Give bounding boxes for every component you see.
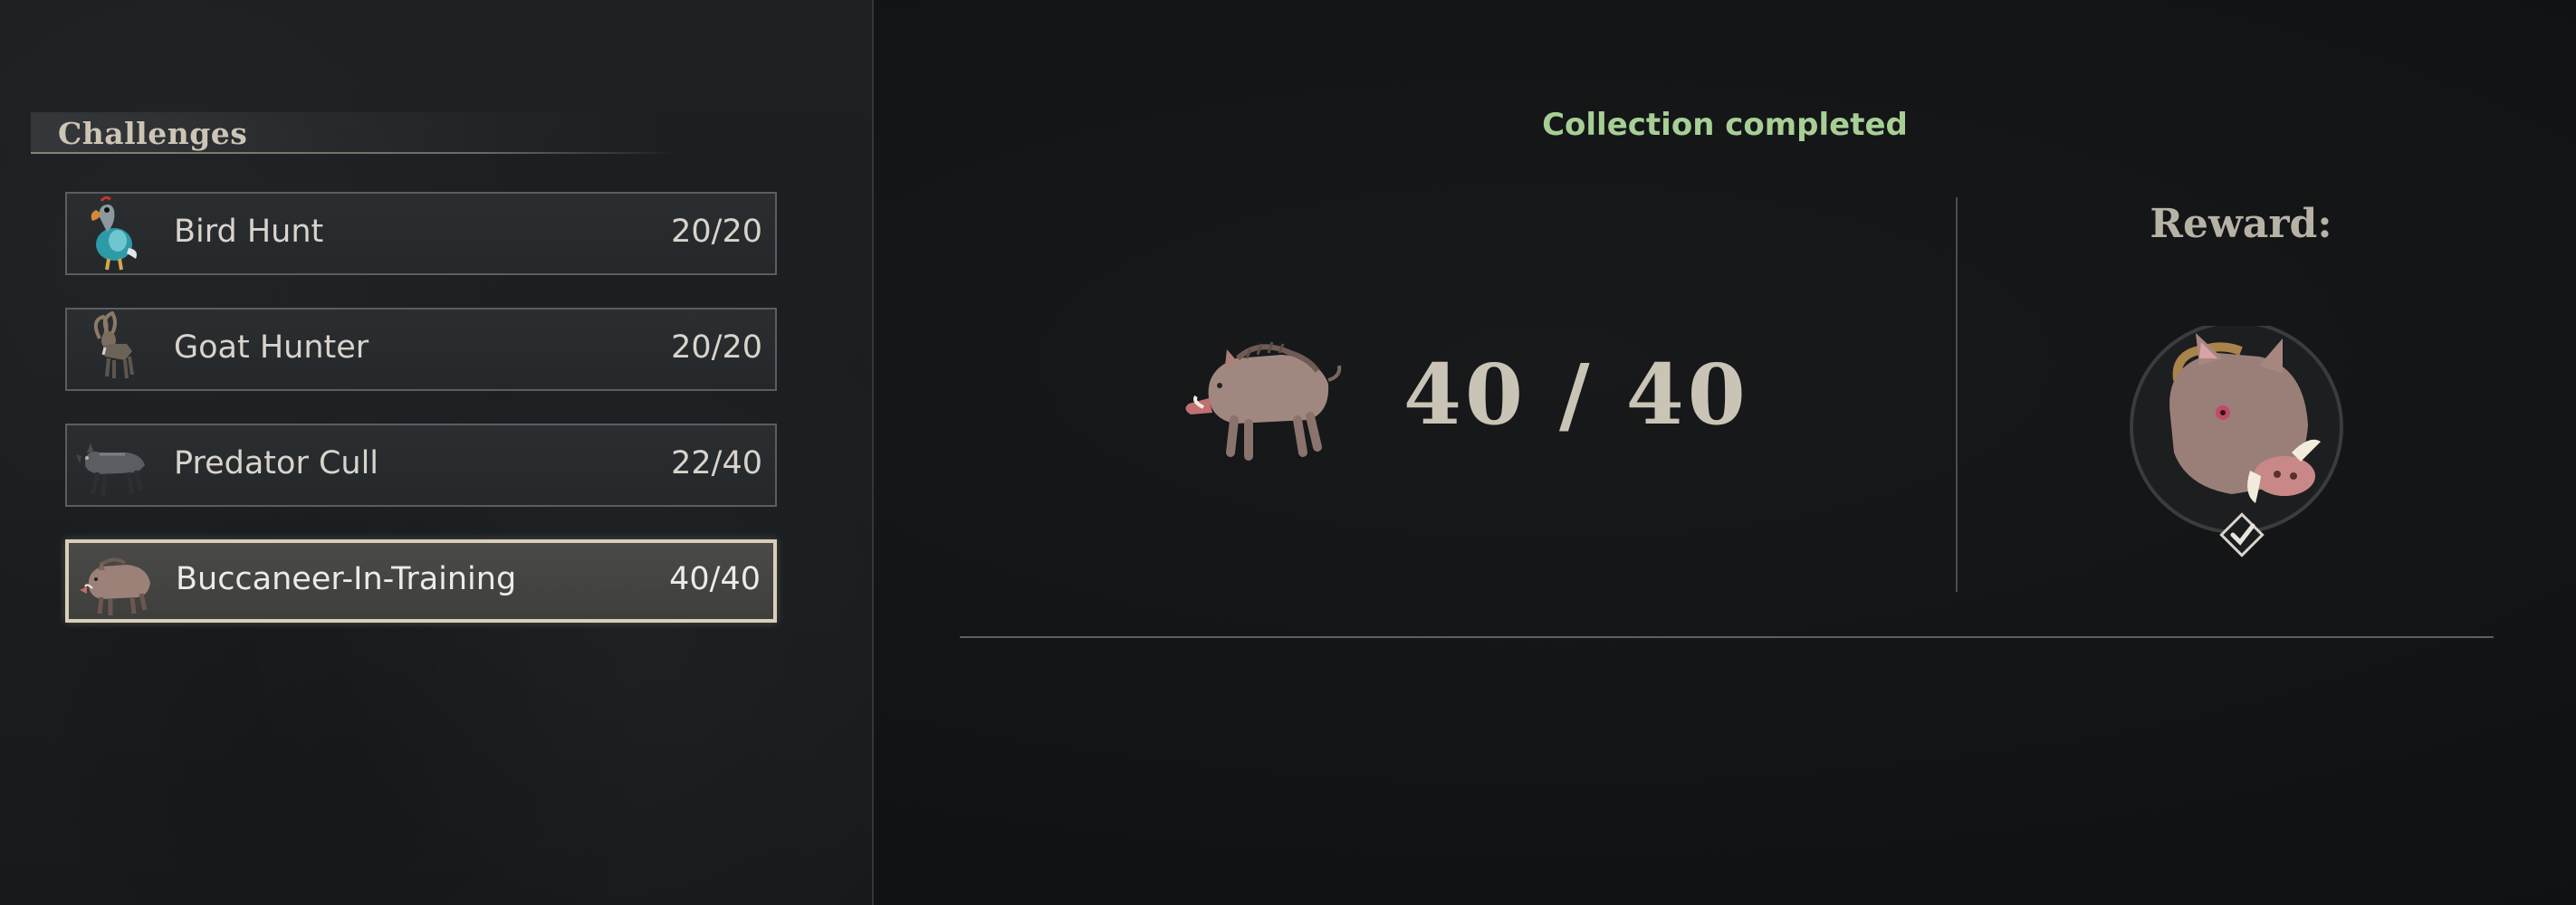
challenge-label: Bird Hunt (174, 214, 324, 250)
challenge-label: Predator Cull (174, 445, 379, 481)
challenge-count: 20/20 (671, 214, 762, 250)
check-diamond-icon (2219, 512, 2265, 557)
panel-divider (872, 0, 874, 905)
challenge-count: 20/20 (671, 329, 762, 366)
boar-icon (80, 557, 150, 615)
boar-icon (1185, 341, 1342, 461)
dodo-bird-icon (91, 195, 137, 271)
reward-badge[interactable] (2123, 320, 2350, 561)
challenge-item-predator-cull[interactable]: Predator Cull 22/40 (65, 424, 777, 507)
hyena-icon (76, 443, 145, 497)
game-screen: Challenges Bird Hunt 20/20 Goat Hunter 2… (0, 0, 2576, 905)
challenge-item-buccaneer-in-training[interactable]: Buccaneer-In-Training 40/40 (65, 539, 777, 623)
challenge-item-goat-hunter[interactable]: Goat Hunter 20/20 (65, 308, 777, 391)
header-underline (31, 152, 674, 154)
challenges-panel: Challenges Bird Hunt 20/20 Goat Hunter 2… (0, 0, 872, 905)
progress-count: 40 / 40 (1403, 346, 1749, 443)
challenge-label: Buccaneer-In-Training (176, 561, 517, 597)
vertical-separator (1956, 197, 1958, 592)
challenge-item-bird-hunt[interactable]: Bird Hunt 20/20 (65, 192, 777, 275)
challenges-header: Challenges (31, 112, 674, 154)
bottom-separator (960, 636, 2494, 638)
collection-status: Collection completed (1542, 107, 1908, 143)
goat-icon (93, 311, 134, 379)
challenge-label: Goat Hunter (174, 329, 369, 366)
challenge-count: 40/40 (669, 561, 761, 597)
challenge-list: Bird Hunt 20/20 Goat Hunter 20/20 Predat… (65, 192, 777, 655)
challenge-count: 22/40 (671, 445, 762, 481)
challenges-title: Challenges (58, 116, 248, 151)
reward-label: Reward: (2150, 201, 2332, 247)
